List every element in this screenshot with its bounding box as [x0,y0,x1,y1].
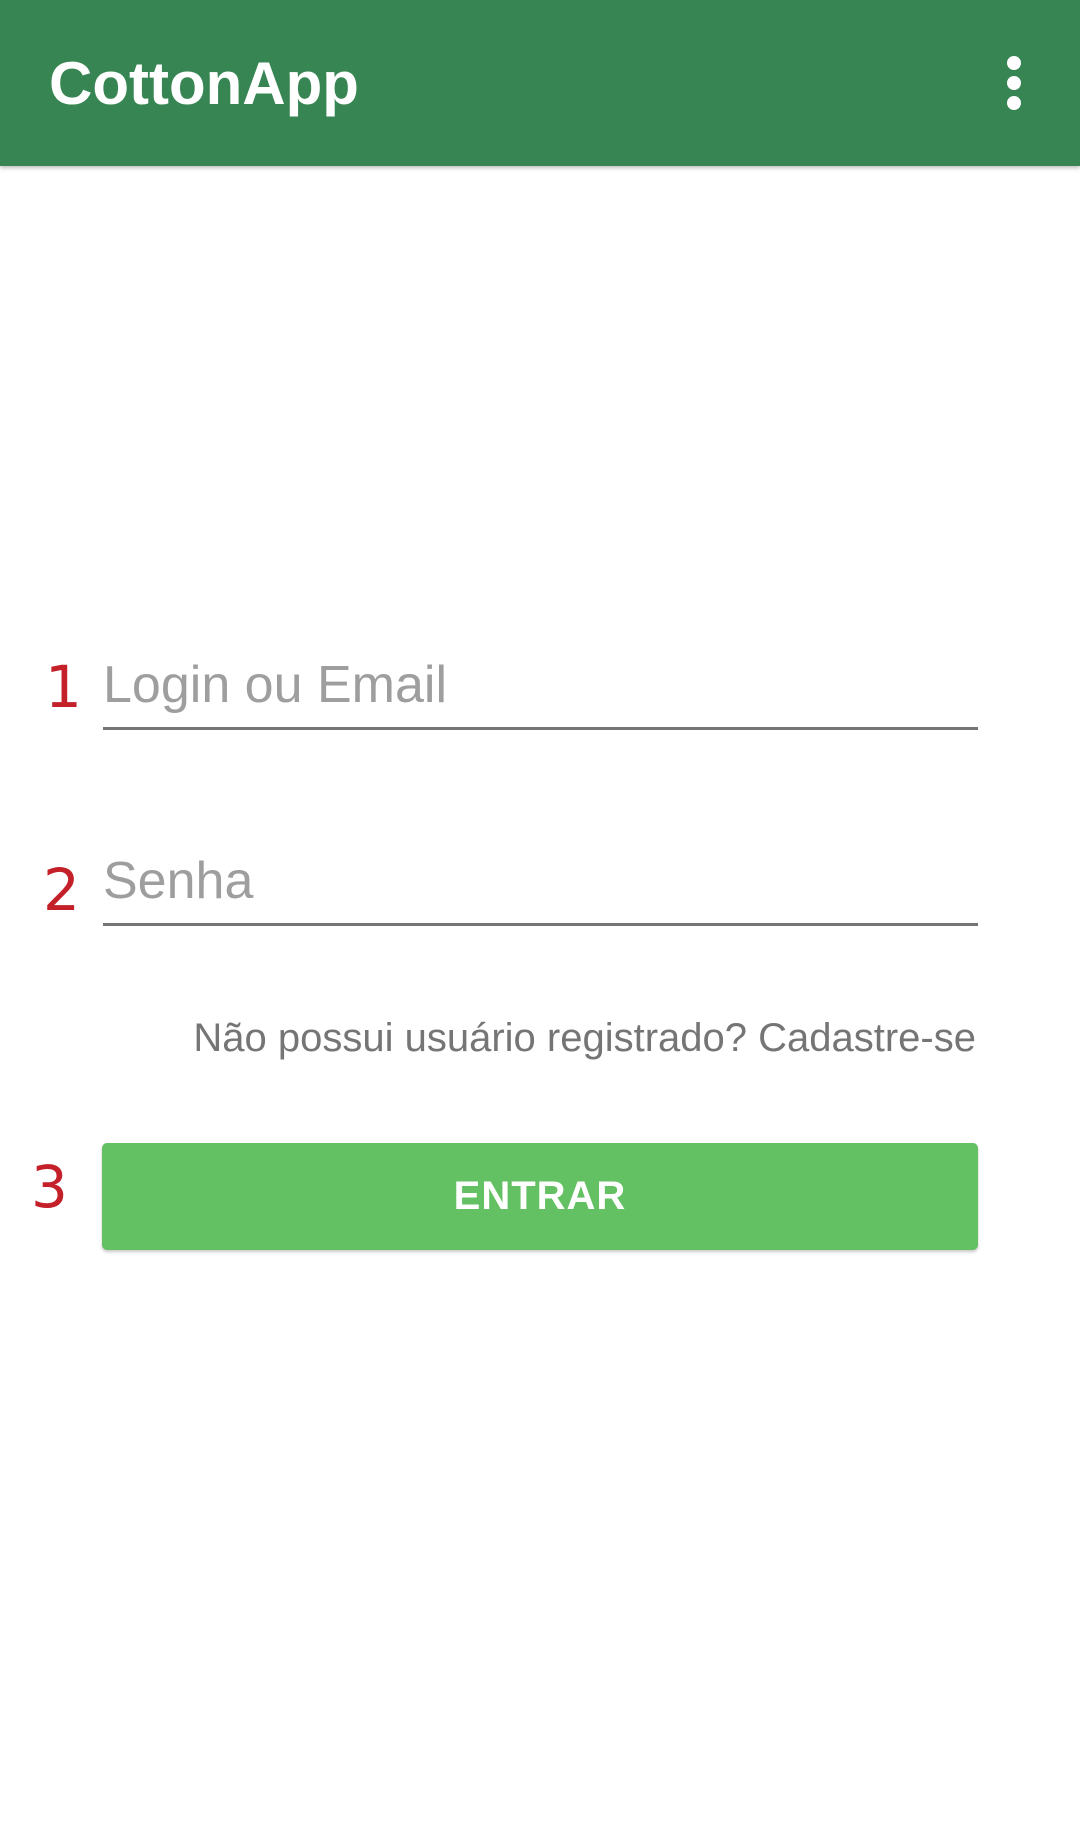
menu-dot [1007,96,1021,110]
annotation-marker-password: 2 [43,856,80,924]
register-link[interactable]: Não possui usuário registrado? Cadastre-… [193,1012,976,1064]
app-bar: CottonApp [0,0,1080,166]
password-field[interactable] [103,841,978,926]
enter-button[interactable]: ENTRAR [102,1143,978,1250]
login-field[interactable] [103,645,978,730]
annotation-marker-login: 1 [45,653,82,721]
annotation-marker-button: 3 [31,1153,68,1221]
more-vert-icon[interactable] [988,50,1040,116]
menu-dot [1007,56,1021,70]
password-input[interactable] [103,847,978,915]
menu-dot [1007,76,1021,90]
login-input[interactable] [103,651,978,719]
app-title: CottonApp [49,50,359,117]
